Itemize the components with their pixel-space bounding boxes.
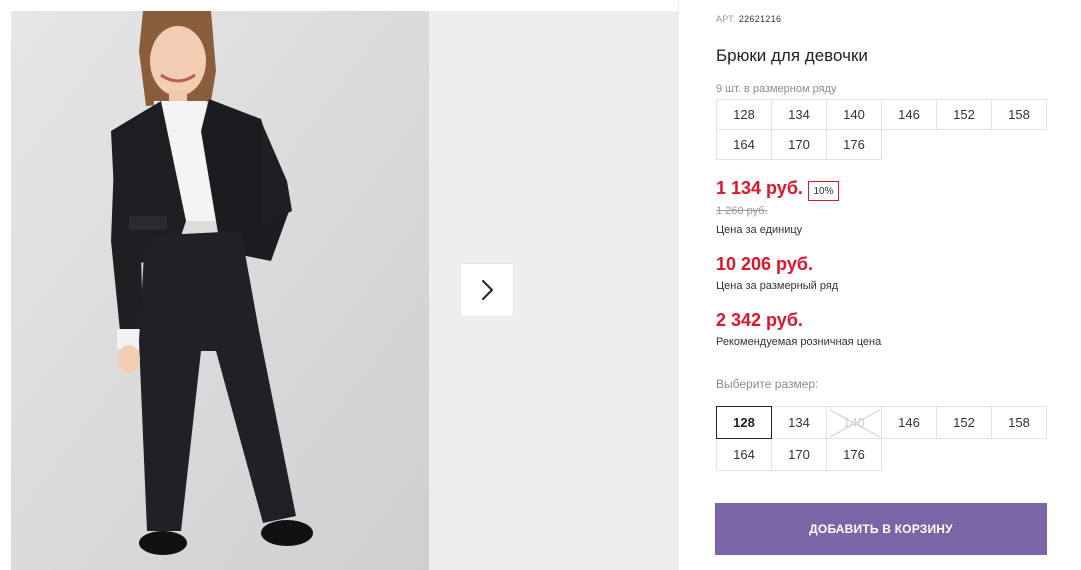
pack-size-cell: 134 [771, 99, 827, 130]
article-value: 22621216 [738, 14, 782, 24]
size-selector: 128 134 140 146 152 158 164 170 176 [716, 406, 1056, 472]
pack-price: 10 206 руб. [716, 254, 813, 274]
pack-size-cell: 128 [716, 99, 772, 130]
pack-info: 9 шт. в размерном ряду [716, 83, 837, 95]
pack-sizes-row: 128 134 140 146 152 158 [716, 99, 1056, 130]
pack-size-cell: 152 [936, 99, 992, 130]
girl-in-suit-illustration [11, 11, 429, 570]
pack-size-cell: 170 [771, 129, 827, 160]
size-option[interactable]: 176 [826, 438, 882, 471]
add-to-cart-button[interactable]: ДОБАВИТЬ В КОРЗИНУ [715, 503, 1047, 555]
unit-price-caption: Цена за единицу [716, 224, 803, 236]
size-selector-row: 164 170 176 [716, 438, 1056, 472]
retail-price-caption: Рекомендуемая розничная цена [716, 336, 882, 348]
retail-price: 2 342 руб. [716, 310, 803, 330]
size-option[interactable]: 134 [771, 406, 827, 439]
article-label: АРТ. [716, 14, 736, 24]
old-price: 1 260 руб. [716, 205, 768, 217]
size-option[interactable]: 152 [936, 406, 992, 439]
size-option-unavailable: 140 [826, 406, 882, 439]
unit-price: 1 134 руб. [716, 178, 803, 198]
pack-sizes-grid: 128 134 140 146 152 158 164 170 176 [716, 99, 1056, 161]
product-gallery [0, 0, 679, 570]
pack-size-cell: 158 [991, 99, 1047, 130]
size-option[interactable]: 146 [881, 406, 937, 439]
size-option[interactable]: 158 [991, 406, 1047, 439]
size-selector-row: 128 134 140 146 152 158 [716, 406, 1056, 439]
pack-price-caption: Цена за размерный ряд [716, 280, 839, 292]
gallery-next-button[interactable] [461, 264, 513, 316]
pack-size-cell: 140 [826, 99, 882, 130]
chevron-right-icon [482, 280, 493, 300]
size-option[interactable]: 170 [771, 438, 827, 471]
article-number: АРТ. 22621216 [716, 14, 781, 24]
size-option-selected[interactable]: 128 [716, 406, 772, 439]
pack-sizes-row: 164 170 176 [716, 129, 1056, 161]
pack-size-cell: 146 [881, 99, 937, 130]
product-photo[interactable] [11, 11, 429, 570]
pack-size-cell: 164 [716, 129, 772, 160]
unavailable-cross-icon [829, 409, 881, 438]
discount-badge: 10% [808, 181, 839, 201]
size-option[interactable]: 164 [716, 438, 772, 471]
size-selector-label: Выберите размер: [716, 377, 819, 391]
product-title: Брюки для девочки [716, 46, 868, 65]
pack-size-cell: 176 [826, 129, 882, 160]
